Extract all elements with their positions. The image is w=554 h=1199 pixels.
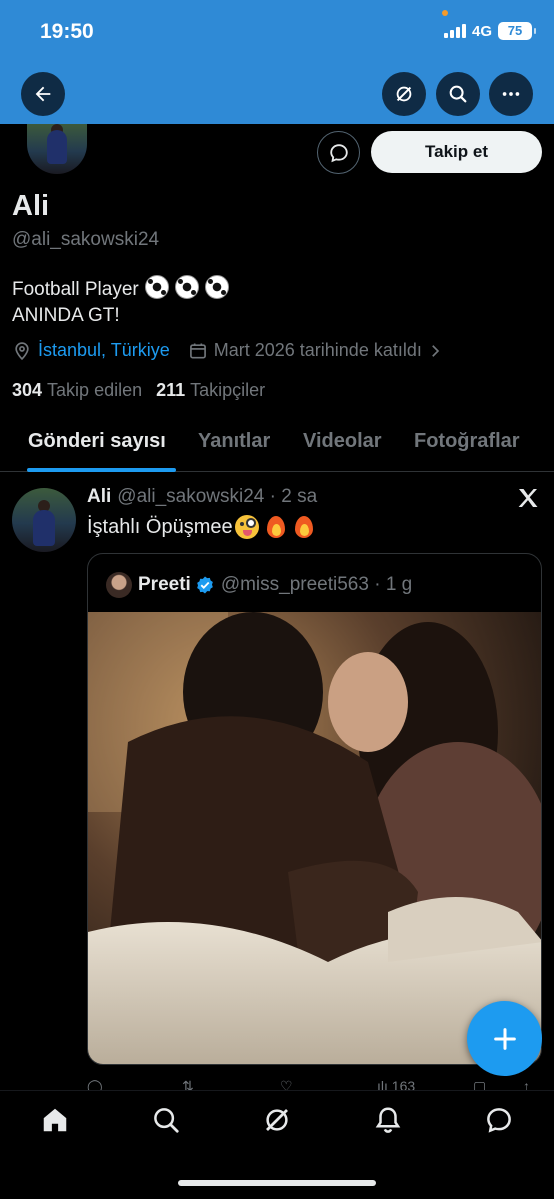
tab-replies[interactable]: Yanıtlar: [198, 430, 270, 453]
tab-photos[interactable]: Fotoğraflar: [414, 430, 520, 453]
plus-icon: [493, 1027, 516, 1050]
quoted-author-handle: @miss_preeti563: [220, 574, 369, 595]
quoted-author-avatar: [106, 572, 132, 598]
grok-button[interactable]: [382, 72, 426, 116]
follow-counts: 304 Takip edilen 211 Takipçiler: [12, 380, 265, 401]
x-logo-icon: [518, 489, 538, 507]
profile-avatar[interactable]: [27, 124, 87, 174]
soccer-ball-icon: [204, 275, 229, 299]
bio-text: Football Player: [12, 279, 139, 300]
tweet-actions: ◯ ⇅ ♡ ılı 163 ▢ ↑: [87, 1076, 542, 1090]
tweet-header: Ali @ali_sakowski24 · 2 sa: [87, 486, 317, 508]
location-link[interactable]: İstanbul, Türkiye: [38, 340, 170, 361]
active-tab-indicator: [27, 468, 176, 472]
media-photo: [88, 612, 541, 1064]
quoted-post[interactable]: Preeti @miss_preeti563 · 1 g: [87, 553, 542, 1065]
tab-videos[interactable]: Videolar: [303, 430, 382, 453]
notifications-icon[interactable]: [373, 1105, 403, 1135]
following-count: 304: [12, 380, 43, 400]
search-button[interactable]: [436, 72, 480, 116]
share-icon[interactable]: ↑: [523, 1078, 530, 1090]
tweet-time: · 2 sa: [269, 486, 318, 507]
soccer-ball-icon: [144, 275, 169, 299]
following-label: Takip edilen: [47, 380, 143, 400]
quoted-media-image[interactable]: [88, 612, 541, 1064]
arrow-left-icon: [35, 86, 51, 102]
views-icon[interactable]: ılı 163: [377, 1078, 415, 1090]
location-pin-icon: [15, 341, 29, 360]
like-icon[interactable]: ♡: [280, 1078, 293, 1090]
winking-tongue-emoji-icon: [234, 515, 259, 539]
network-label: 4G: [471, 22, 492, 40]
followers-count: 211: [156, 380, 186, 400]
followers-link[interactable]: 211 Takipçiler: [156, 380, 265, 401]
message-bubble-icon: [329, 143, 348, 162]
tweet-author-avatar[interactable]: [12, 488, 76, 552]
search-icon: [449, 85, 467, 103]
compose-post-button[interactable]: [467, 1001, 542, 1076]
quoted-time: · 1 g: [374, 574, 413, 595]
battery-icon: 75: [498, 22, 536, 40]
profile-meta: İstanbul, Türkiye Mart 2026 tarihinde ka…: [12, 340, 444, 361]
grok-icon[interactable]: [262, 1105, 292, 1135]
status-right: 4G 75: [443, 22, 536, 40]
back-button[interactable]: [21, 72, 65, 116]
message-button[interactable]: [317, 131, 360, 174]
top-banner: 19:50 4G 75: [0, 0, 554, 124]
profile-bio-line1: Football Player: [12, 275, 229, 301]
signal-icon: [443, 24, 466, 38]
grok-icon: [396, 86, 412, 102]
home-icon[interactable]: [40, 1105, 70, 1135]
search-icon[interactable]: [151, 1105, 181, 1135]
privacy-indicator: [442, 10, 448, 16]
profile-handle: @ali_sakowski24: [12, 229, 160, 250]
fire-emoji-icon: [293, 514, 315, 540]
profile-bio-line2: ANINDA GT!: [12, 305, 120, 326]
tab-posts[interactable]: Gönderi sayısı: [28, 430, 166, 453]
more-horizontal-icon: [502, 92, 520, 96]
bookmark-icon[interactable]: ▢: [473, 1078, 486, 1090]
messages-icon[interactable]: [484, 1105, 514, 1135]
tweet-text: İştahlı Öpüşmee: [87, 514, 315, 540]
chevron-right-icon[interactable]: [426, 342, 444, 360]
status-time: 19:50: [40, 20, 94, 43]
views-count: 163: [391, 1078, 416, 1090]
tweet-author-handle: @ali_sakowski24: [117, 486, 265, 507]
tweet-body: İştahlı Öpüşmee: [87, 515, 233, 538]
calendar-icon: [189, 343, 206, 358]
home-indicator: [178, 1180, 376, 1186]
follow-button[interactable]: Takip et: [371, 131, 542, 173]
more-button[interactable]: [489, 72, 533, 116]
verified-badge-icon: [196, 576, 213, 594]
quoted-author-name: Preeti: [138, 574, 191, 595]
repost-icon[interactable]: ⇅: [182, 1078, 194, 1090]
following-link[interactable]: 304 Takip edilen: [12, 380, 142, 401]
fire-emoji-icon: [265, 514, 287, 540]
reply-icon[interactable]: ◯: [87, 1078, 103, 1090]
profile-name: Ali: [12, 190, 50, 222]
tweet-author-name[interactable]: Ali: [87, 486, 111, 507]
soccer-ball-icon: [174, 275, 199, 299]
quoted-post-header: Preeti @miss_preeti563 · 1 g: [106, 572, 412, 598]
joined-date: Mart 2026 tarihinde katıldı: [213, 340, 422, 360]
profile-tabs: Gönderi sayısı Yanıtlar Videolar Fotoğra…: [0, 416, 554, 472]
followers-label: Takipçiler: [190, 380, 266, 400]
